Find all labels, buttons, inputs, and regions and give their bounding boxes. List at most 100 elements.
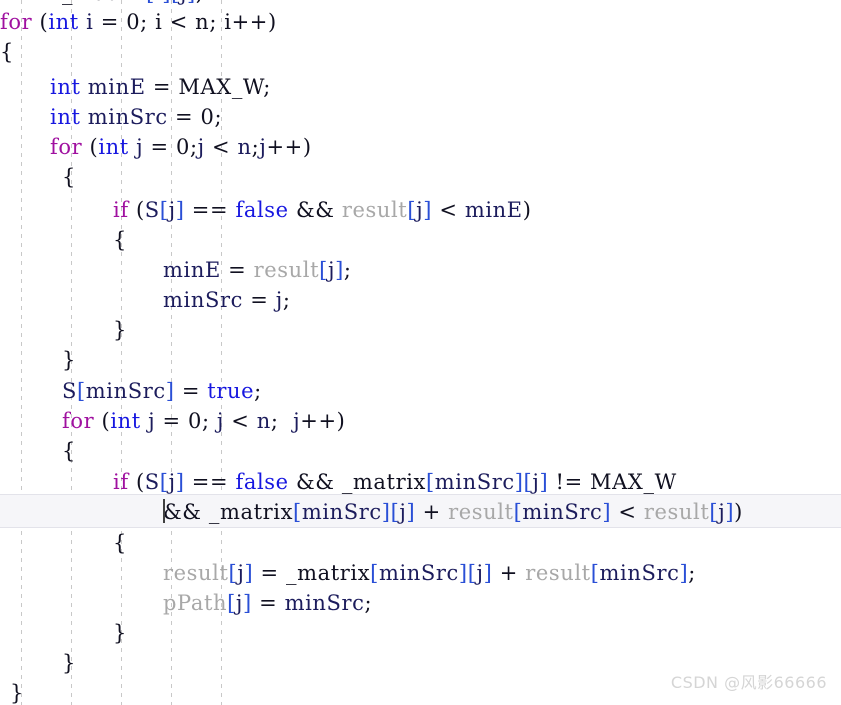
- code-token: n: [237, 135, 252, 159]
- code-token: ++): [266, 135, 312, 159]
- code-token: ;: [214, 105, 223, 129]
- code-token: minE: [464, 198, 523, 222]
- code-token: (: [82, 135, 99, 159]
- code-token: minSrc: [87, 105, 168, 129]
- code-line-13: for (int j = 0; j < n; j++): [62, 406, 345, 436]
- code-token: ]: [162, 0, 171, 5]
- code-token: if: [113, 470, 129, 494]
- code-token: {: [113, 228, 127, 252]
- code-token: j: [275, 288, 283, 312]
- code-token: int: [48, 10, 79, 34]
- code-token: &&: [288, 470, 342, 494]
- code-token: j: [216, 409, 225, 433]
- code-token: [: [227, 591, 236, 615]
- code-token: int: [98, 135, 129, 159]
- code-token: MAX_W: [178, 75, 264, 99]
- code-token: ]: [243, 591, 252, 615]
- code-token: ;: [196, 0, 204, 5]
- code-token: }: [113, 621, 127, 645]
- code-token: =: [145, 75, 179, 99]
- code-token: S: [144, 198, 160, 222]
- code-token: <: [204, 135, 238, 159]
- code-line-20: }: [113, 618, 127, 648]
- code-token: ==: [184, 470, 236, 494]
- code-editor[interactable]: _matrix[i][j];for (int i = 0; i < n; i++…: [0, 0, 841, 705]
- code-token: (: [128, 198, 145, 222]
- code-token: ]: [406, 500, 416, 524]
- code-token: {: [0, 40, 14, 64]
- code-line-19: pPath[j] = minSrc;: [163, 588, 372, 618]
- code-token: ): [522, 198, 532, 222]
- code-token: j: [235, 591, 244, 615]
- code-token: [: [523, 470, 533, 494]
- code-token: =: [174, 379, 208, 403]
- code-token: true: [207, 379, 255, 403]
- code-token: ]: [175, 198, 185, 222]
- code-token: &&: [288, 198, 342, 222]
- code-token: minSrc: [163, 288, 243, 312]
- code-line-0: for (int i = 0; i < n; i++): [0, 7, 277, 37]
- code-token: +: [492, 561, 526, 585]
- code-token: ): [734, 500, 743, 524]
- code-token: int: [110, 409, 141, 433]
- code-token: result: [341, 198, 408, 222]
- code-token: ;: [364, 591, 373, 615]
- code-token: ]: [335, 258, 344, 282]
- code-token: =: [220, 258, 254, 282]
- code-token: 0: [200, 105, 215, 129]
- code-token: MAX_W: [590, 470, 677, 494]
- code-token: {: [62, 439, 76, 463]
- code-token: minSrc: [301, 500, 382, 524]
- code-token: =: [167, 105, 201, 129]
- code-token: [: [319, 258, 328, 282]
- code-token: [: [425, 470, 435, 494]
- code-token: _matrix: [62, 0, 146, 5]
- code-token: }: [10, 681, 24, 705]
- indent-guide-0: [21, 0, 22, 705]
- code-token: [: [77, 379, 86, 403]
- code-token: =: [155, 409, 188, 433]
- code-token: minSrc: [434, 470, 515, 494]
- code-token: ]: [187, 0, 196, 5]
- code-token: =: [253, 561, 286, 585]
- code-token: ;: [688, 561, 696, 585]
- code-token: pPath: [163, 591, 228, 615]
- code-token: ]: [423, 198, 433, 222]
- code-token: (: [32, 10, 49, 34]
- code-token: ]: [725, 500, 735, 524]
- code-token: ]: [165, 379, 175, 403]
- code-line-21: }: [62, 648, 76, 678]
- code-token: _matrix: [341, 470, 426, 494]
- code-token: _matrix: [208, 500, 294, 524]
- code-token: result: [525, 561, 591, 585]
- code-token: for: [50, 135, 83, 159]
- code-token: (: [94, 409, 111, 433]
- code-token: minSrc: [599, 561, 680, 585]
- code-token: j: [168, 198, 176, 222]
- code-token: ]: [458, 561, 468, 585]
- code-token: int: [50, 105, 81, 129]
- code-line-2: int minE = MAX_W;: [50, 72, 271, 102]
- code-token: [: [590, 561, 600, 585]
- code-token: _matrix: [286, 561, 371, 585]
- code-token: S: [62, 379, 77, 403]
- code-token: n: [256, 409, 271, 433]
- code-token: }: [62, 348, 76, 372]
- code-token: j: [180, 0, 187, 5]
- code-line-5: {: [62, 162, 76, 192]
- code-token: ]: [679, 561, 689, 585]
- code-token: result: [253, 258, 320, 282]
- code-token: false: [235, 470, 289, 494]
- code-token: {: [62, 165, 76, 189]
- code-token: ]: [539, 470, 549, 494]
- code-token: ; i: [140, 10, 170, 34]
- code-token: }: [113, 318, 127, 342]
- code-token: ;: [282, 288, 291, 312]
- code-token: [: [293, 500, 302, 524]
- code-line-9: minSrc = j;: [163, 285, 291, 315]
- code-token: ; i++): [209, 10, 277, 34]
- code-token: false: [235, 198, 289, 222]
- text-caret: [163, 499, 165, 523]
- code-token: minE: [87, 75, 146, 99]
